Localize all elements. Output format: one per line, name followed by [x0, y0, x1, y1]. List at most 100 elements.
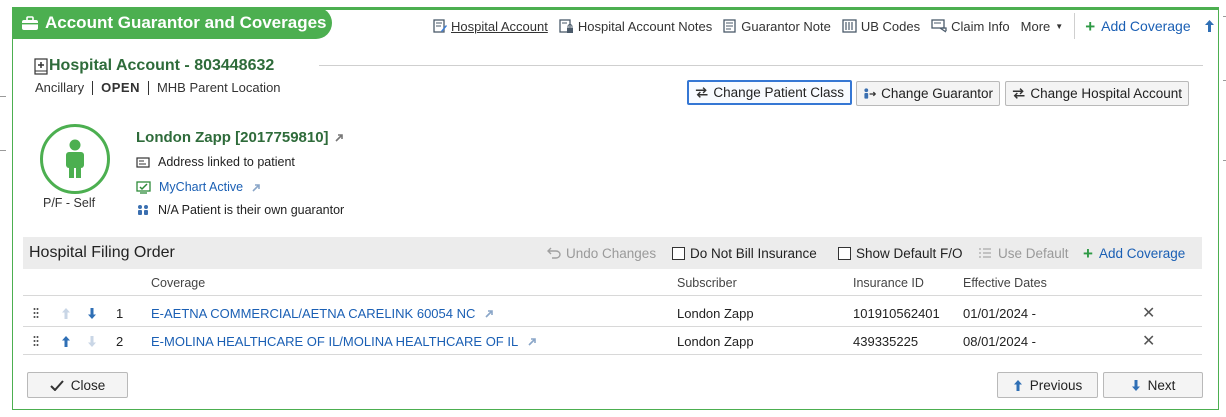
meta-divider: [147, 80, 149, 95]
use-default-button[interactable]: Use Default: [978, 246, 1069, 261]
toolbar-divider: [1074, 13, 1076, 39]
add-coverage-filing-button[interactable]: + Add Coverage: [1083, 245, 1185, 262]
guarantor-note-line: N/A Patient is their own guarantor: [136, 203, 344, 217]
mychart-status[interactable]: MyChart Active: [136, 180, 269, 194]
change-guarantor-label: Change Guarantor: [881, 86, 993, 101]
insurance-id-cell: 101910562401: [853, 306, 940, 321]
checkbox-box[interactable]: [838, 246, 851, 260]
next-label: Next: [1147, 377, 1176, 393]
notes-lock-icon: [559, 18, 573, 33]
column-header-coverage: Coverage: [151, 276, 206, 290]
external-link-icon: [334, 134, 343, 142]
dialog-title: Account Guarantor and Coverages: [45, 13, 327, 32]
row-move-up-button[interactable]: [59, 305, 73, 321]
change-guarantor-button[interactable]: Change Guarantor: [856, 81, 1000, 106]
subscriber-cell: London Zapp: [677, 334, 754, 349]
mychart-icon: [136, 180, 151, 194]
row-move-up-button[interactable]: [59, 333, 73, 349]
checkbox-box[interactable]: [672, 246, 685, 260]
address-card-icon: [136, 156, 150, 168]
subscriber-cell: London Zapp: [677, 306, 754, 321]
change-patient-class-button[interactable]: Change Patient Class: [687, 80, 852, 105]
dialog-title-bar: Account Guarantor and Coverages: [13, 7, 332, 39]
mychart-link[interactable]: MyChart Active: [159, 180, 243, 194]
close-button[interactable]: Close: [27, 372, 128, 398]
guarantor-note-text: N/A Patient is their own guarantor: [158, 203, 345, 217]
change-hospital-account-button[interactable]: Change Hospital Account: [1005, 81, 1189, 106]
guarantor-address: Address linked to patient: [136, 155, 295, 169]
do-not-bill-checkbox[interactable]: Do Not Bill Insurance: [672, 246, 817, 261]
plus-icon: +: [1085, 16, 1096, 36]
row-divider: [23, 326, 1202, 327]
use-default-label: Use Default: [998, 245, 1069, 261]
remove-coverage-button[interactable]: ✕: [1142, 331, 1155, 351]
column-header-subscriber: Subscriber: [677, 276, 737, 290]
drag-handle-icon[interactable]: [33, 335, 39, 347]
insurance-id-cell: 439335225: [853, 334, 919, 349]
background-edge-mark: [0, 96, 6, 97]
ub-codes-label: UB Codes: [860, 18, 921, 34]
hospital-account-notes-link[interactable]: Hospital Account Notes: [559, 19, 712, 34]
more-menu[interactable]: More ▼: [1021, 19, 1064, 34]
undo-changes-button[interactable]: Undo Changes: [547, 246, 656, 261]
guarantor-note-link[interactable]: Guarantor Note: [723, 19, 831, 34]
meta-divider: [92, 80, 94, 95]
next-button[interactable]: Next: [1103, 372, 1203, 398]
column-header-effective-dates: Effective Dates: [963, 276, 1047, 290]
person-icon: [66, 139, 84, 178]
hospital-account-label: Hospital Account: [451, 18, 548, 34]
more-label: More: [1020, 18, 1051, 34]
hospital-bed-icon: [34, 57, 48, 75]
hospital-account-notes-label: Hospital Account Notes: [577, 18, 713, 34]
arrow-down-icon: [1131, 379, 1140, 391]
hospital-account-title: Hospital Account - 803448632: [49, 57, 275, 74]
change-hospital-account-label: Change Hospital Account: [1030, 86, 1182, 101]
note-icon: [723, 19, 736, 33]
previous-label: Previous: [1029, 377, 1083, 393]
external-link-icon: [528, 338, 537, 346]
top-toolbar: Hospital Account Hospital Account Notes …: [433, 13, 1226, 39]
background-edge-mark: [0, 150, 6, 151]
account-location: MHB Parent Location: [156, 80, 281, 95]
hospital-account-header: Hospital Account - 803448632: [34, 57, 274, 75]
move-up-button[interactable]: [1201, 16, 1219, 36]
show-default-fo-label: Show Default F/O: [856, 245, 963, 261]
add-coverage-toolbar-button[interactable]: + Add Coverage: [1085, 18, 1190, 35]
add-coverage-toolbar-label: Add Coverage: [1101, 18, 1191, 34]
list-icon: [979, 248, 991, 258]
hospital-account-link[interactable]: Hospital Account: [433, 19, 548, 34]
guarantor-name[interactable]: London Zapp [2017759810]: [136, 129, 344, 146]
external-link-icon: [252, 183, 260, 192]
account-edit-icon: [433, 19, 447, 33]
coverage-link[interactable]: E-MOLINA HEALTHCARE OF IL/MOLINA HEALTHC…: [151, 334, 537, 349]
account-type: Ancillary: [35, 80, 85, 95]
guarantor-address-text: Address linked to patient: [158, 155, 295, 169]
row-divider: [23, 354, 1202, 355]
change-patient-class-label: Change Patient Class: [713, 85, 844, 100]
row-move-down-button[interactable]: [85, 333, 99, 349]
previous-button[interactable]: Previous: [997, 372, 1098, 398]
coverage-name: E-MOLINA HEALTHCARE OF IL/MOLINA HEALTHC…: [151, 334, 519, 349]
change-guarantor-icon: [864, 88, 877, 99]
do-not-bill-label: Do Not Bill Insurance: [690, 245, 817, 261]
coverage-link[interactable]: E-AETNA COMMERCIAL/AETNA CARELINK 60054 …: [151, 306, 494, 321]
filing-order-bar: Hospital Filing Order Undo Changes Do No…: [23, 237, 1202, 269]
undo-icon: [547, 247, 561, 259]
ub-codes-link[interactable]: UB Codes: [842, 19, 920, 34]
row-move-down-button[interactable]: [85, 305, 99, 321]
effective-dates-cell: 01/01/2024 -: [963, 306, 1037, 321]
claim-info-icon: [931, 19, 947, 33]
section-divider: [319, 65, 1203, 66]
filing-order-title: Hospital Filing Order: [29, 244, 175, 261]
claim-info-link[interactable]: Claim Info: [931, 19, 1010, 34]
hospital-account-meta: Ancillary OPEN MHB Parent Location: [35, 80, 281, 95]
drag-handle-icon[interactable]: [33, 307, 39, 319]
move-down-button[interactable]: [1223, 16, 1226, 36]
show-default-fo-checkbox[interactable]: Show Default F/O: [838, 246, 963, 261]
ub-codes-icon: [842, 19, 857, 33]
arrow-up-icon: [62, 307, 70, 319]
effective-dates-cell: 08/01/2024 -: [963, 334, 1037, 349]
remove-coverage-button[interactable]: ✕: [1142, 303, 1155, 323]
arrow-up-icon: [1205, 20, 1215, 32]
coverage-name: E-AETNA COMMERCIAL/AETNA CARELINK 60054 …: [151, 306, 476, 321]
